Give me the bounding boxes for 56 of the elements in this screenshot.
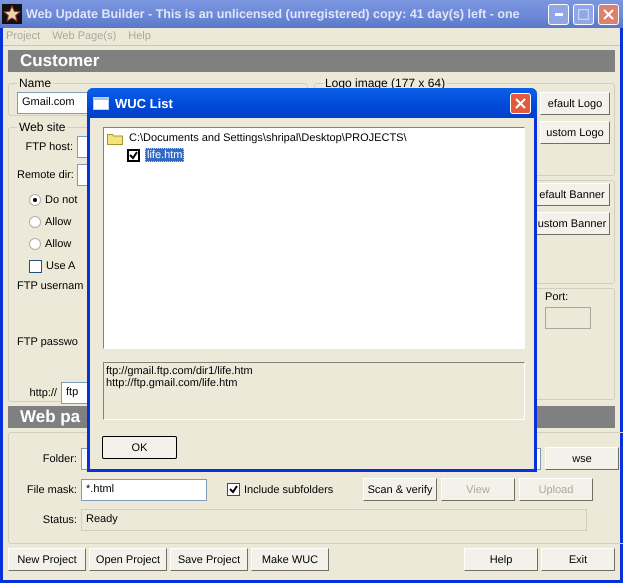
port-field[interactable] [545, 307, 591, 329]
window-title: Web Update Builder - This is an unlicensed (unregistered) copy: 41 day(s) left - one [26, 7, 521, 21]
url-prefix: http:// [28, 387, 57, 399]
maximize-icon [578, 8, 589, 20]
radio-button[interactable] [29, 216, 41, 228]
footer-button[interactable]: Save Project [170, 548, 248, 571]
banner-button[interactable]: efault Banner [534, 183, 610, 206]
field-label: Folder: [42, 452, 77, 464]
star-icon [2, 4, 22, 24]
browse-button[interactable]: wse [545, 447, 619, 470]
footer-button[interactable]: Make WUC [251, 548, 329, 571]
folder-icon [107, 132, 123, 144]
logo-button[interactable]: ustom Logo [540, 121, 610, 144]
field-label: Status: [42, 514, 77, 526]
action-button[interactable]: Scan & verify [363, 478, 437, 501]
group-legend: Name [17, 76, 54, 90]
field-label: FTP usernam [17, 280, 84, 292]
port-label: Port: [545, 291, 570, 303]
checkbox[interactable] [227, 483, 240, 496]
radio-button[interactable] [29, 194, 41, 206]
close-button[interactable] [598, 4, 619, 24]
checkbox[interactable] [29, 260, 42, 272]
ok-button[interactable]: OK [102, 436, 177, 459]
close-button[interactable] [510, 92, 531, 114]
field-label: FTP passwo [17, 336, 78, 348]
option-label: Do not [45, 194, 78, 206]
footer-button[interactable]: Exit [541, 548, 615, 571]
option-label: Allow [45, 216, 72, 228]
file-mask-field[interactable]: *.html [81, 478, 207, 500]
option-label: Allow [45, 238, 72, 250]
footer-button[interactable]: Open Project [89, 548, 167, 571]
window-icon [93, 96, 109, 110]
checkbox-label: Include subfolders [244, 484, 334, 496]
option-label: Use A [46, 260, 76, 272]
field-label: FTP host: [24, 141, 73, 153]
minimize-button[interactable] [548, 4, 569, 24]
footer-button[interactable]: New Project [8, 548, 86, 571]
banner-button[interactable]: ustom Banner [534, 212, 610, 235]
tree-item[interactable]: life.htm [145, 148, 184, 162]
close-icon [603, 8, 614, 20]
dialog-title: WUC List [115, 96, 174, 110]
radio-button[interactable] [29, 238, 41, 250]
checkbox[interactable] [127, 148, 140, 162]
maximize-button[interactable] [573, 4, 594, 24]
url-text: ftp://gmail.ftp.com/dir1/life.htm [106, 365, 254, 377]
status-field: Ready [81, 509, 587, 531]
group-legend: Web site [17, 120, 68, 134]
section-header: Customer [8, 50, 615, 72]
url-text: http://ftp.gmail.com/life.htm [106, 377, 238, 389]
footer-button[interactable]: Help [464, 548, 538, 571]
close-icon [515, 98, 526, 108]
field-label: Remote dir: [17, 169, 73, 181]
tree-item[interactable]: C:\Documents and Settings\shripal\Desktop\PROJECTS\ [128, 132, 408, 144]
field-label: File mask: [26, 484, 77, 496]
logo-button[interactable]: efault Logo [540, 92, 610, 115]
minimize-icon [554, 12, 562, 16]
